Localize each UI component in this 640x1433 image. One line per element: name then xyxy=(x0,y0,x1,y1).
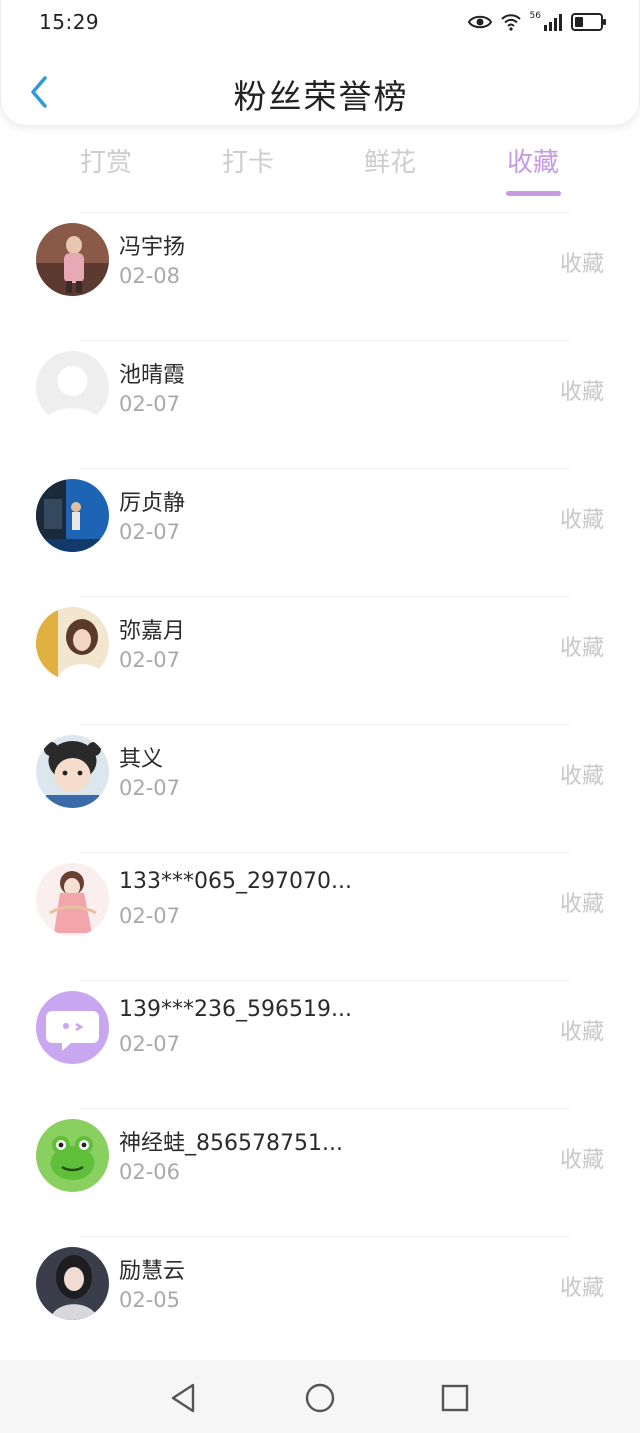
list-item[interactable]: 冯宇扬 02-08 收藏 xyxy=(0,212,640,340)
fan-date: 02-05 xyxy=(119,1288,181,1312)
divider xyxy=(80,1236,570,1237)
fan-name: 弥嘉月 xyxy=(119,619,186,644)
fan-name: 池晴霞 xyxy=(119,363,186,388)
divider xyxy=(80,468,570,469)
fan-name: 其义 xyxy=(119,747,164,772)
status-time: 15:29 xyxy=(39,10,100,34)
list-item[interactable]: 139***236_596519... 02-07 收藏 xyxy=(0,980,640,1108)
avatar xyxy=(36,735,109,808)
list-item[interactable]: 厉贞静 02-07 收藏 xyxy=(0,468,640,596)
divider xyxy=(80,724,570,725)
status-icons: 56 xyxy=(467,8,607,36)
list-item[interactable]: 励慧云 02-05 收藏 xyxy=(0,1236,640,1364)
system-nav-bar xyxy=(0,1360,640,1433)
fan-date: 02-06 xyxy=(119,1160,181,1184)
fan-date: 02-07 xyxy=(119,648,181,672)
action-label: 收藏 xyxy=(559,892,604,917)
network-type: 56 xyxy=(529,11,541,21)
divider xyxy=(80,1108,570,1109)
avatar xyxy=(36,863,109,936)
home-circle-icon xyxy=(305,1383,335,1413)
action-label: 收藏 xyxy=(559,380,604,405)
page-title: 粉丝荣誉榜 xyxy=(233,77,409,116)
list-item[interactable]: 133***065_297070... 02-07 收藏 xyxy=(0,852,640,980)
fan-name: 厉贞静 xyxy=(119,491,186,516)
fan-name: 励慧云 xyxy=(119,1259,186,1284)
action-label: 收藏 xyxy=(559,764,604,789)
battery-icon xyxy=(571,13,607,31)
avatar xyxy=(36,351,109,424)
fan-name: 冯宇扬 xyxy=(119,235,186,260)
avatar xyxy=(36,1247,109,1320)
avatar xyxy=(36,1119,109,1192)
avatar xyxy=(36,607,109,680)
list-item[interactable]: 其义 02-07 收藏 xyxy=(0,724,640,852)
tab-favorites[interactable]: 收藏 xyxy=(473,140,593,186)
divider xyxy=(80,980,570,981)
fan-date: 02-07 xyxy=(119,776,181,800)
avatar xyxy=(36,991,109,1064)
header-bar: 15:29 56 粉丝荣誉榜 xyxy=(0,0,640,126)
list-item[interactable]: 神经蛙_856578751... 02-06 收藏 xyxy=(0,1108,640,1236)
action-label: 收藏 xyxy=(559,636,604,661)
fan-date: 02-07 xyxy=(119,904,181,928)
divider xyxy=(80,340,570,341)
fan-date: 02-07 xyxy=(119,1032,181,1056)
tab-checkin[interactable]: 打卡 xyxy=(188,140,308,186)
fan-date: 02-08 xyxy=(119,264,181,288)
nav-back-button[interactable] xyxy=(163,1380,203,1416)
nav-recents-button[interactable] xyxy=(435,1380,475,1416)
nav-home-button[interactable] xyxy=(300,1380,340,1416)
fan-name: 133***065_297070... xyxy=(119,869,352,894)
fan-date: 02-07 xyxy=(119,520,181,544)
divider xyxy=(80,596,570,597)
tab-reward[interactable]: 打赏 xyxy=(46,140,166,186)
wifi-icon xyxy=(500,13,522,31)
divider xyxy=(80,212,570,213)
action-label: 收藏 xyxy=(559,1276,604,1301)
back-triangle-icon xyxy=(171,1383,195,1413)
list-item[interactable]: 池晴霞 02-07 收藏 xyxy=(0,340,640,468)
avatar xyxy=(36,479,109,552)
tab-flowers[interactable]: 鲜花 xyxy=(330,140,450,186)
fan-name: 139***236_596519... xyxy=(119,997,352,1022)
action-label: 收藏 xyxy=(559,1148,604,1173)
list-item[interactable]: 弥嘉月 02-07 收藏 xyxy=(0,596,640,724)
eye-icon xyxy=(467,14,492,30)
signal-icon xyxy=(543,13,563,31)
action-label: 收藏 xyxy=(559,508,604,533)
recents-square-icon xyxy=(441,1384,469,1412)
action-label: 收藏 xyxy=(559,252,604,277)
avatar xyxy=(36,223,109,296)
active-tab-indicator xyxy=(506,191,561,196)
action-label: 收藏 xyxy=(559,1020,604,1045)
divider xyxy=(80,852,570,853)
fan-name: 神经蛙_856578751... xyxy=(119,1131,343,1156)
fan-date: 02-07 xyxy=(119,392,181,416)
